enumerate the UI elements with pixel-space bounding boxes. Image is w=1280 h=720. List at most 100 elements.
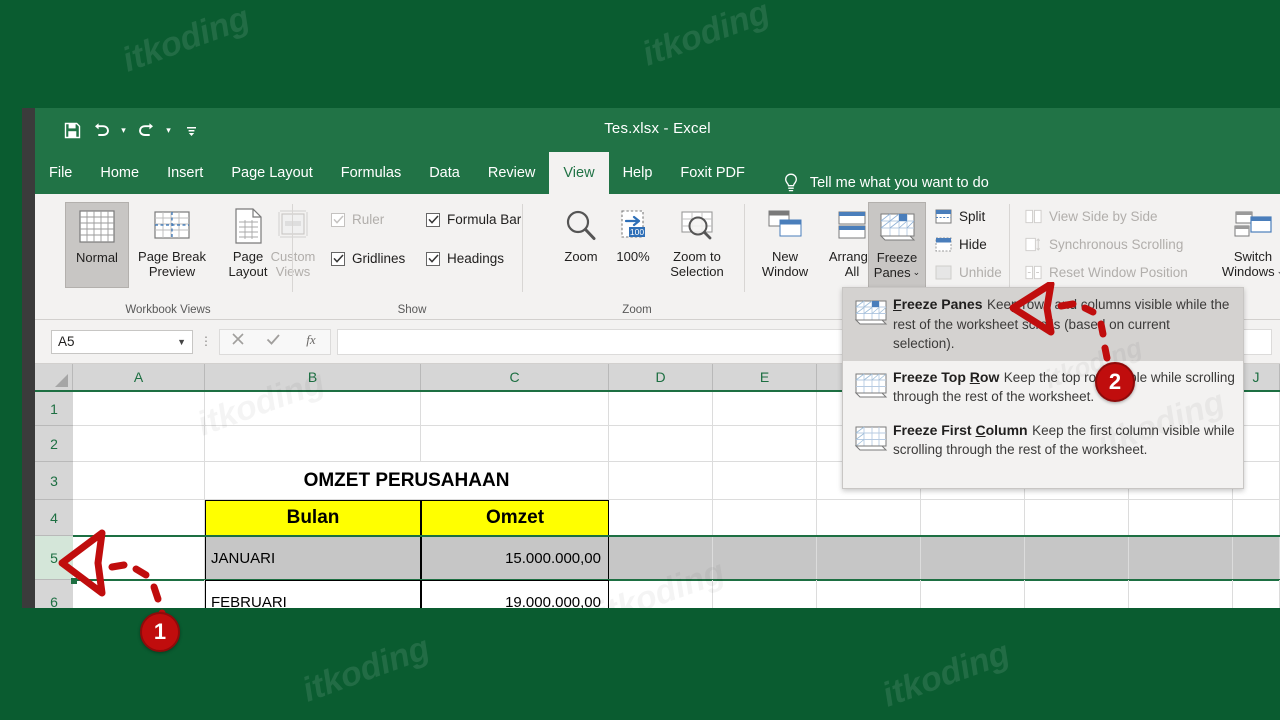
tab-data[interactable]: Data: [415, 152, 474, 194]
tab-help[interactable]: Help: [609, 152, 667, 194]
column-header-d[interactable]: D: [609, 364, 713, 390]
tab-review[interactable]: Review: [474, 152, 550, 194]
cell-h6[interactable]: [1025, 580, 1129, 608]
watermark: itkoding: [637, 0, 775, 74]
tab-view[interactable]: View: [549, 152, 608, 194]
normal-view-button[interactable]: Normal: [65, 202, 129, 288]
cell-c4-header-omzet[interactable]: Omzet: [421, 500, 609, 536]
cell-i4[interactable]: [1129, 500, 1233, 536]
formula-bar-grip[interactable]: ⋮: [193, 336, 219, 347]
new-window-button[interactable]: New Window: [749, 202, 821, 288]
freeze-panes-button[interactable]: Freeze Panes⌄: [868, 202, 926, 288]
cell-c6-omzet[interactable]: 19.000.000,00: [421, 580, 609, 608]
cell-a1[interactable]: [73, 392, 205, 426]
cell-e4[interactable]: [713, 500, 817, 536]
cell-h4[interactable]: [1025, 500, 1129, 536]
cell-b4-header-bulan[interactable]: Bulan: [205, 500, 421, 536]
cell-b6-bulan[interactable]: FEBRUARI: [205, 580, 421, 608]
tab-home[interactable]: Home: [86, 152, 153, 194]
checkbox-headings[interactable]: Headings: [426, 251, 504, 266]
cell-d6[interactable]: [609, 580, 713, 608]
new-window-label-1: New: [772, 250, 798, 265]
tab-insert[interactable]: Insert: [153, 152, 217, 194]
cell-d5[interactable]: [609, 536, 713, 580]
zoom-to-selection-button[interactable]: Zoom to Selection: [659, 202, 735, 288]
row-header-5[interactable]: 5: [35, 536, 73, 580]
menu-item-freeze-first-column[interactable]: Freeze First Column Keep the first colum…: [843, 414, 1243, 467]
row-header-4[interactable]: 4: [35, 500, 73, 536]
cell-h5[interactable]: [1025, 536, 1129, 580]
tab-file[interactable]: File: [35, 152, 86, 194]
page-break-preview-button[interactable]: Page Break Preview: [131, 202, 213, 288]
cell-g4[interactable]: [921, 500, 1025, 536]
row-header-3[interactable]: 3: [35, 462, 73, 500]
cell-d2[interactable]: [609, 426, 713, 462]
cell-a5[interactable]: [73, 536, 205, 580]
row-header-6[interactable]: 6: [35, 580, 73, 608]
cell-e3[interactable]: [713, 462, 817, 500]
cell-b1[interactable]: [205, 392, 421, 426]
select-all-corner[interactable]: [35, 364, 73, 390]
cell-a4[interactable]: [73, 500, 205, 536]
cell-b2[interactable]: [205, 426, 421, 462]
cell-i6[interactable]: [1129, 580, 1233, 608]
cell-j6[interactable]: [1233, 580, 1280, 608]
cell-g6[interactable]: [921, 580, 1025, 608]
formula-bar-checkbox-icon: [426, 213, 440, 227]
row-header-2[interactable]: 2: [35, 426, 73, 462]
cell-b3-title[interactable]: OMZET PERUSAHAAN: [205, 462, 609, 500]
checkbox-formula-bar[interactable]: Formula Bar: [426, 212, 521, 227]
cell-e6[interactable]: [713, 580, 817, 608]
unhide-label: Unhide: [959, 265, 1002, 280]
freeze-panes-label-1: Freeze: [877, 251, 917, 266]
cell-j4[interactable]: [1233, 500, 1280, 536]
cell-d3[interactable]: [609, 462, 713, 500]
split-button[interactable]: Split: [935, 208, 985, 225]
reset-window-position-icon: [1025, 264, 1042, 281]
row-header-1[interactable]: 1: [35, 392, 73, 426]
zoom-100-button[interactable]: 100 100%: [601, 202, 665, 288]
tell-me-box[interactable]: Tell me what you want to do: [781, 172, 989, 194]
cell-e5[interactable]: [713, 536, 817, 580]
chevron-down-icon[interactable]: ⌄: [913, 268, 921, 277]
page-break-preview-icon: [150, 202, 194, 250]
cell-f6[interactable]: [817, 580, 921, 608]
cell-i5[interactable]: [1129, 536, 1233, 580]
checkbox-gridlines[interactable]: Gridlines: [331, 251, 405, 266]
cell-d4[interactable]: [609, 500, 713, 536]
cell-a2[interactable]: [73, 426, 205, 462]
hide-button[interactable]: Hide: [935, 236, 987, 253]
cell-c1[interactable]: [421, 392, 609, 426]
cell-e2[interactable]: [713, 426, 817, 462]
enter-icon[interactable]: [266, 333, 281, 351]
cell-a3[interactable]: [73, 462, 205, 500]
cancel-icon[interactable]: [231, 332, 245, 351]
chevron-down-icon[interactable]: ⌄: [1277, 267, 1280, 276]
cell-g5[interactable]: [921, 536, 1025, 580]
cell-f4[interactable]: [817, 500, 921, 536]
cell-d1[interactable]: [609, 392, 713, 426]
cell-c5-omzet[interactable]: 15.000.000,00: [421, 536, 609, 580]
cell-e1[interactable]: [713, 392, 817, 426]
magnifier-icon: [561, 202, 601, 250]
cell-c2[interactable]: [421, 426, 609, 462]
tab-formulas[interactable]: Formulas: [327, 152, 415, 194]
column-header-e[interactable]: E: [713, 364, 817, 390]
column-header-b[interactable]: B: [205, 364, 421, 390]
name-box[interactable]: A5 ▼: [51, 330, 193, 354]
cell-f5[interactable]: [817, 536, 921, 580]
column-header-c[interactable]: C: [421, 364, 609, 390]
cell-a6[interactable]: [73, 580, 205, 608]
unhide-button: Unhide: [935, 264, 1002, 281]
menu-item-freeze-top-row[interactable]: Freeze Top Row Keep the top row visible …: [843, 361, 1243, 414]
column-header-a[interactable]: A: [73, 364, 205, 390]
reset-window-position-button: Reset Window Position: [1025, 264, 1188, 281]
chevron-down-icon[interactable]: ▼: [177, 337, 186, 347]
menu-item-freeze-panes[interactable]: Freeze Panes Keep rows and columns visib…: [843, 288, 1243, 361]
cell-b5-bulan[interactable]: JANUARI: [205, 536, 421, 580]
tab-page-layout[interactable]: Page Layout: [217, 152, 326, 194]
insert-function-icon[interactable]: fx: [303, 332, 319, 352]
switch-windows-button[interactable]: Switch Windows⌄: [1213, 202, 1280, 288]
tab-foxit-pdf[interactable]: Foxit PDF: [666, 152, 758, 194]
cell-j5[interactable]: [1233, 536, 1280, 580]
